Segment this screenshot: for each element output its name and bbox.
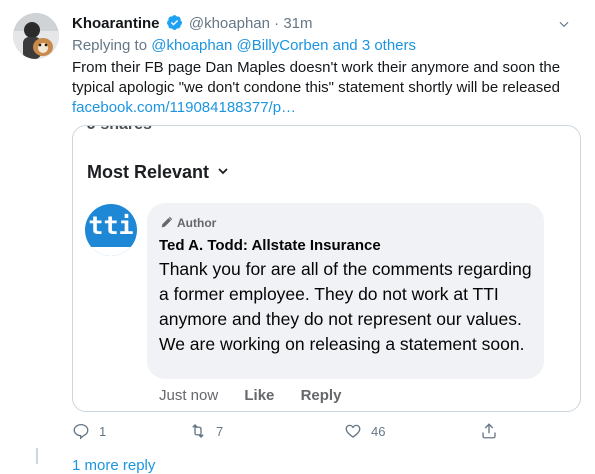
author-badge-label: Author [177,216,217,230]
share-button[interactable] [480,422,507,440]
retweet-count: 7 [216,423,224,439]
reply-link[interactable]: Reply [301,387,342,404]
replying-to: Replying to @khoaphan @BillyCorben and 3… [72,37,416,54]
comment-bubble: Author Ted A. Todd: Allstate Insurance T… [147,203,544,379]
chevron-down-icon[interactable] [557,17,571,31]
user-handle[interactable]: @khoaphan [189,15,270,32]
sort-label: Most Relevant [87,162,210,182]
share-icon [482,423,496,439]
reply-button[interactable]: 1 [72,422,106,440]
replying-conj: and [332,37,358,54]
caret-down-icon [218,168,228,175]
shares-count-cut: J shares [87,126,152,134]
like-button[interactable]: 46 [344,422,385,440]
verified-badge-icon [166,15,182,30]
more-replies-link[interactable]: 1 more reply [72,457,155,474]
like-count: 46 [371,423,386,439]
author-badge: Author [160,216,216,230]
comment-text: Thank you for are all of the comments re… [159,259,532,354]
heart-icon [345,424,361,438]
user-avatar[interactable] [13,13,59,59]
replying-prefix: Replying to [72,37,148,54]
display-name[interactable]: Khoarantine [72,15,160,32]
replying-users-link[interactable]: @khoaphan @BillyCorben [151,37,328,54]
tweet-time[interactable]: 31m [283,15,312,32]
like-link[interactable]: Like [244,387,274,404]
retweet-icon [192,424,204,438]
separator-dot: · [274,15,280,32]
tweet-text: From their FB page Dan Maples doesn't wo… [72,59,561,96]
page-avatar[interactable]: tti [85,204,137,256]
comment-time[interactable]: Just now [159,387,218,404]
sort-dropdown[interactable]: Most Relevant [87,162,229,183]
thread-line [36,448,38,464]
facebook-screenshot-card[interactable]: J shares Most Relevant tti Author Ted A.… [72,125,581,412]
commenter-name[interactable]: Ted A. Todd: Allstate Insurance [159,237,381,254]
tweet-action-bar: 1 7 46 [72,422,502,444]
tweet-body: From their FB page Dan Maples doesn't wo… [72,58,577,118]
replying-others-link[interactable]: 3 others [362,37,416,54]
tweet-header: Khoarantine @khoaphan · 31m [72,14,585,34]
page-avatar-logo: tti [88,211,134,240]
pencil-icon [161,216,173,228]
tweet-link[interactable]: facebook.com/119084188377/p… [72,99,296,116]
comment-actions: Just now Like Reply [159,387,363,404]
reply-count: 1 [99,423,107,439]
reply-icon [73,423,89,440]
retweet-button[interactable]: 7 [189,422,223,440]
